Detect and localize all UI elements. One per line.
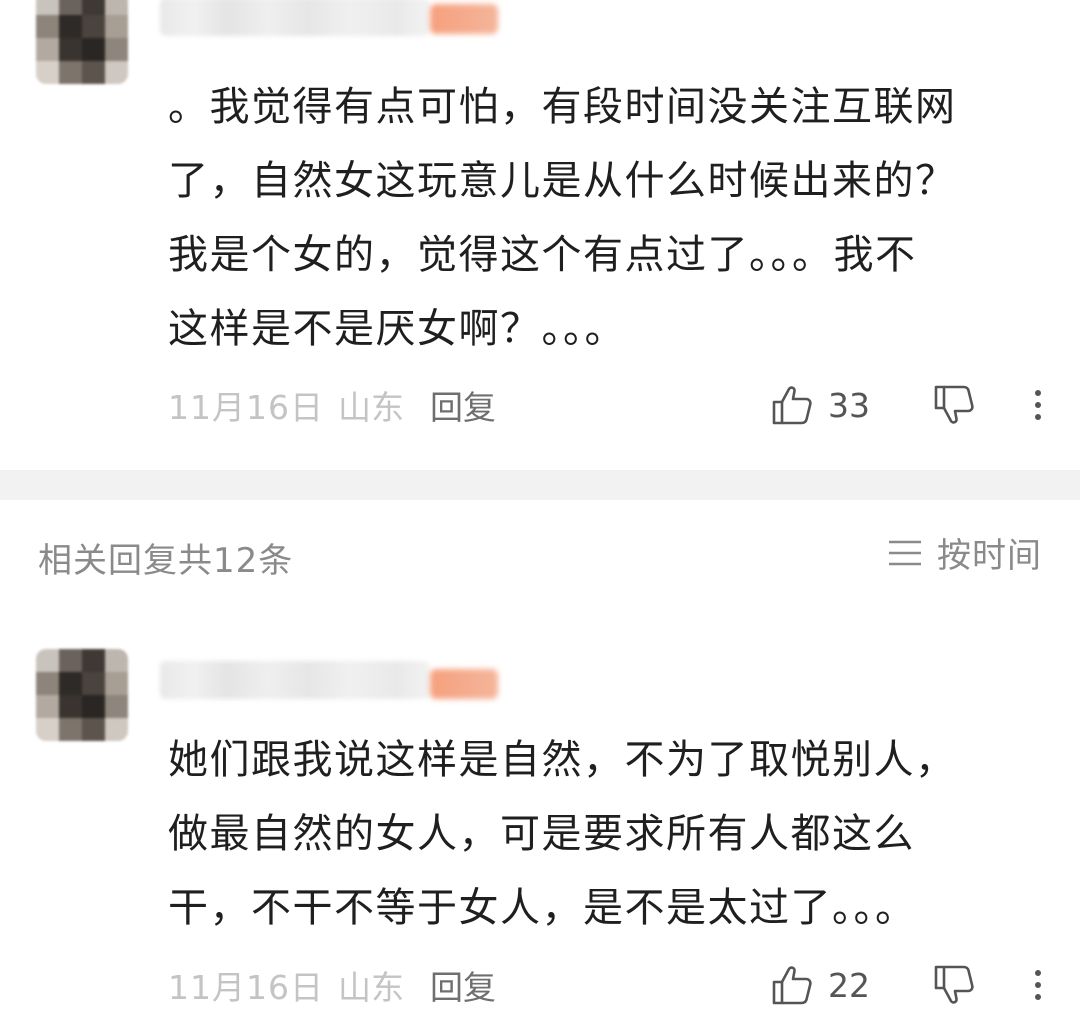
more-options-button[interactable] — [1028, 963, 1048, 1007]
comment-line: 我是个女的，觉得这个有点过了。。。我不 — [168, 232, 917, 278]
like-count: 22 — [828, 965, 870, 1005]
thumbs-up-icon — [772, 966, 812, 1005]
more-vertical-icon — [1035, 982, 1041, 988]
more-vertical-icon — [1035, 414, 1041, 420]
comment-line: 她们跟我说这样是自然，不为了取悦别人， — [168, 737, 957, 783]
comment-line: 。我觉得有点可怕，有段时间没关注互联网 — [168, 84, 957, 130]
comment-meta: 11月16日 山东 回复 33 — [168, 380, 1048, 430]
more-vertical-icon — [1035, 970, 1041, 976]
more-vertical-icon — [1035, 390, 1041, 396]
more-options-button[interactable] — [1028, 383, 1048, 427]
sort-label: 按时间 — [937, 536, 1042, 576]
thumbs-down-icon — [934, 385, 974, 424]
related-replies-header: 相关回复共12条 按时间 — [0, 500, 1080, 610]
main-comment: 。我觉得有点可怕，有段时间没关注互联网 了，自然女这玩意儿是从什么时候出来的？ 我是… — [0, 0, 1080, 470]
like-count: 33 — [828, 385, 870, 425]
user-badge-blurred — [430, 4, 498, 34]
comment-line: 这样是不是厌女啊？。。。 — [168, 306, 626, 352]
dislike-button[interactable] — [932, 383, 976, 427]
comment-date: 11月16日 — [168, 388, 324, 427]
reply-comment: 她们跟我说这样是自然，不为了取悦别人， 做最自然的女人，可是要求所有人都这么 干，不… — [0, 615, 1080, 1031]
username-blurred[interactable] — [160, 661, 430, 699]
more-vertical-icon — [1035, 994, 1041, 1000]
comment-actions: 22 — [770, 960, 1048, 1010]
comment-line: 干，不干不等于女人，是不是太过了。。。 — [168, 885, 917, 931]
comment-line: 了，自然女这玩意儿是从什么时候出来的？ — [168, 158, 957, 204]
comment-body: 她们跟我说这样是自然，不为了取悦别人， 做最自然的女人，可是要求所有人都这么 干，不… — [168, 723, 1038, 945]
username-blurred[interactable] — [160, 0, 430, 36]
user-avatar[interactable] — [36, 649, 128, 741]
like-button[interactable]: 22 — [770, 963, 888, 1007]
comment-date: 11月16日 — [168, 968, 324, 1007]
comment-actions: 33 — [770, 380, 1048, 430]
sort-toggle[interactable]: 按时间 — [887, 528, 1042, 577]
comment-location: 山东 — [337, 968, 404, 1007]
comment-location: 山东 — [337, 388, 404, 427]
thumbs-up-icon — [772, 386, 812, 425]
more-vertical-icon — [1035, 402, 1041, 408]
thumbs-down-icon — [934, 965, 974, 1004]
section-divider — [0, 470, 1080, 500]
comment-line: 做最自然的女人，可是要求所有人都这么 — [168, 811, 915, 857]
like-button[interactable]: 33 — [770, 383, 888, 427]
reply-button[interactable]: 回复 — [430, 381, 496, 429]
list-sort-icon — [889, 540, 921, 565]
comment-body: 。我觉得有点可怕，有段时间没关注互联网 了，自然女这玩意儿是从什么时候出来的？ 我是… — [168, 70, 1038, 366]
comment-meta: 11月16日 山东 回复 22 — [168, 960, 1048, 1010]
dislike-button[interactable] — [932, 963, 976, 1007]
related-replies-count: 相关回复共12条 — [38, 541, 294, 581]
reply-button[interactable]: 回复 — [430, 961, 496, 1009]
user-avatar[interactable] — [36, 0, 128, 84]
user-badge-blurred — [430, 669, 498, 699]
